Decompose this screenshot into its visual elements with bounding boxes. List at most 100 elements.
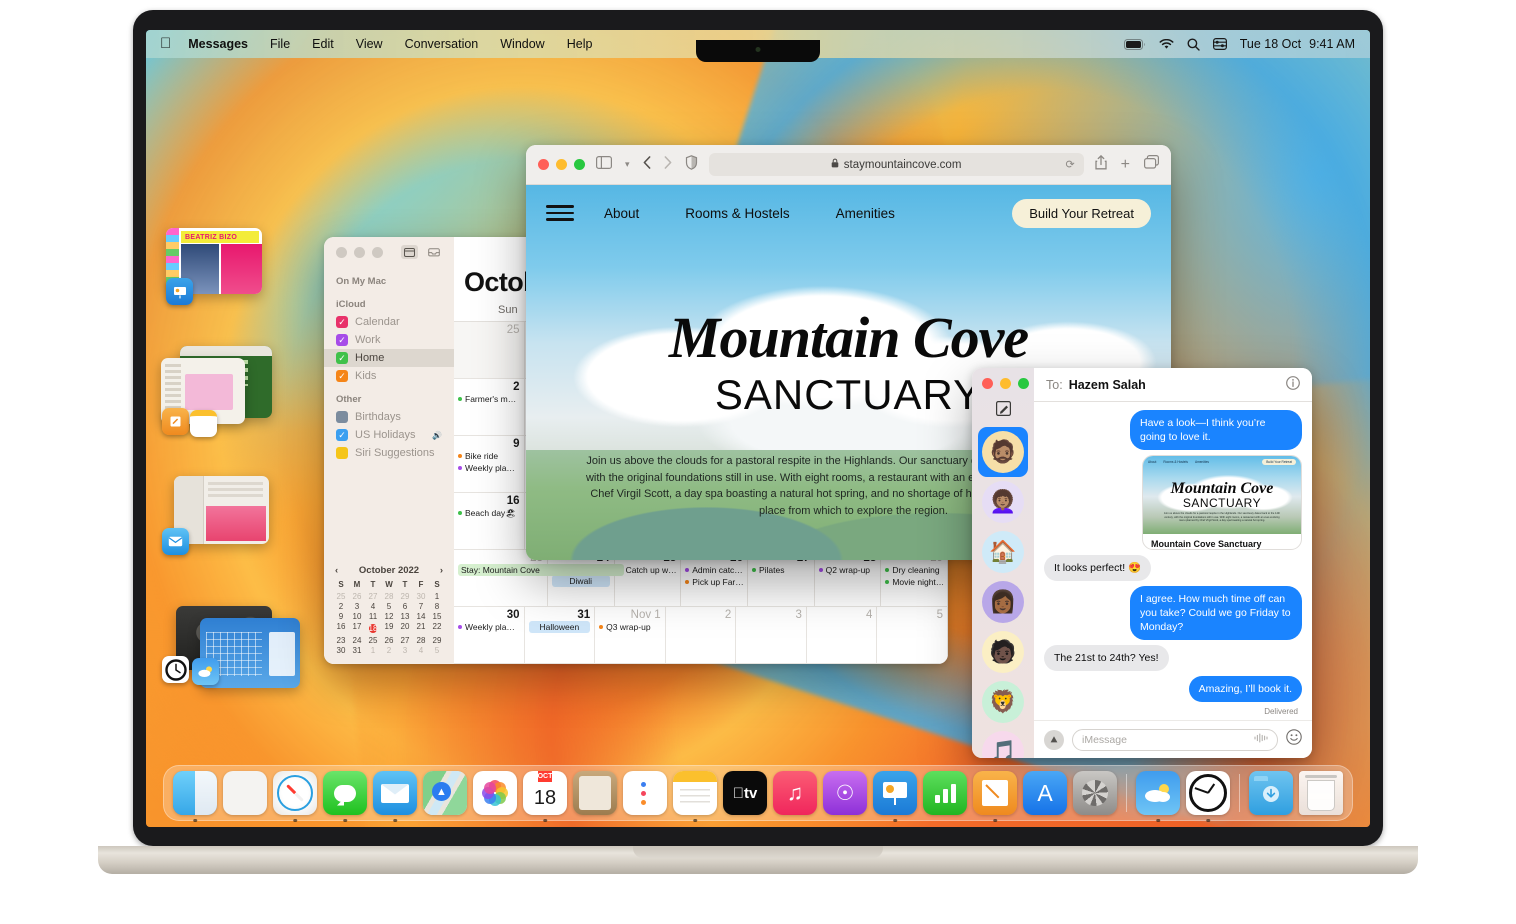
dock-item-mail[interactable] — [373, 771, 417, 822]
dock-item-downloads[interactable] — [1249, 771, 1293, 815]
recipient-name[interactable]: Hazem Salah — [1069, 378, 1146, 392]
mini-day[interactable]: 10 — [349, 612, 365, 621]
apple-menu-icon[interactable]:  — [158, 30, 177, 58]
calendar-day-cell[interactable]: 16 Beach day🏖 — [454, 493, 525, 549]
dock-item-safari[interactable] — [273, 771, 317, 822]
menu-item-conversation[interactable]: Conversation — [394, 30, 490, 58]
back-icon[interactable] — [643, 155, 651, 174]
info-icon[interactable] — [1286, 376, 1300, 393]
calendar-event[interactable]: Q3 wrap-up — [599, 621, 661, 633]
reload-icon[interactable]: ⟳ — [1065, 158, 1074, 171]
dock-item-tv[interactable]: tv — [723, 771, 767, 815]
menu-item-edit[interactable]: Edit — [301, 30, 345, 58]
pages-icon[interactable] — [162, 408, 189, 435]
tab-overview-icon[interactable] — [1144, 155, 1160, 174]
mini-day[interactable]: 27 — [397, 636, 413, 645]
mini-day[interactable]: 4 — [365, 602, 381, 611]
build-your-retreat-button[interactable]: Build Your Retreat — [1012, 198, 1151, 228]
calendar-day-cell[interactable]: 30 Weekly pla… — [454, 607, 525, 663]
dock-item-appstore[interactable]: A — [1023, 771, 1067, 815]
calendar-day-cell[interactable]: 31 Halloween — [525, 607, 596, 663]
conversation-avatar-6[interactable]: 🦁 — [978, 677, 1028, 727]
mini-day[interactable]: 4 — [413, 646, 429, 655]
mini-day[interactable]: 28 — [381, 592, 397, 601]
calendar-item-work[interactable]: ✓ Work — [324, 331, 454, 349]
calendar-event[interactable]: Weekly pla… — [458, 462, 520, 474]
mini-day[interactable]: 15 — [429, 612, 445, 621]
calendar-item-siri-suggestions[interactable]: Siri Suggestions — [324, 444, 454, 462]
calendar-checkbox[interactable]: ✓ — [336, 334, 348, 346]
calendar-day-cell[interactable]: 5 — [877, 607, 948, 663]
dock-item-contacts[interactable] — [573, 771, 617, 815]
mini-day[interactable]: 7 — [413, 602, 429, 611]
calendar-event[interactable]: Pilates — [751, 564, 810, 576]
menu-item-view[interactable]: View — [345, 30, 394, 58]
calendar-inbox-icon[interactable] — [425, 245, 442, 259]
calendar-event-band[interactable]: Stay: Mountain Cove — [458, 564, 625, 576]
menu-item-app[interactable]: Messages — [177, 30, 259, 58]
dock-item-photos[interactable] — [473, 771, 517, 815]
calendar-checkbox[interactable]: ✓ — [336, 429, 348, 441]
calendar-view-icon[interactable] — [401, 245, 418, 259]
clock-icon[interactable] — [162, 656, 189, 683]
mini-day[interactable]: 8 — [429, 602, 445, 611]
menu-item-help[interactable]: Help — [556, 30, 604, 58]
mini-day[interactable]: 17 — [349, 622, 365, 635]
mini-day[interactable]: 9 — [333, 612, 349, 621]
calendar-event[interactable]: Bike ride — [458, 450, 520, 462]
dock-item-numbers[interactable] — [923, 771, 967, 815]
mini-day[interactable]: 5 — [429, 646, 445, 655]
mini-day[interactable]: 28 — [413, 636, 429, 645]
dock-item-launchpad[interactable] — [223, 771, 267, 815]
dock-item-trash[interactable] — [1299, 771, 1343, 815]
conversation-avatar-3[interactable]: 🏠 — [978, 527, 1028, 577]
calendar-day-cell[interactable]: 9 Bike ride Weekly pla… — [454, 436, 525, 492]
conversation-avatar-4[interactable]: 👩🏾 — [978, 577, 1028, 627]
calendar-checkbox[interactable]: ✓ — [336, 352, 348, 364]
mini-day[interactable]: 2 — [381, 646, 397, 655]
dock-item-notes[interactable] — [673, 771, 717, 822]
conversation-avatar-7[interactable]: 🎵 — [978, 727, 1028, 758]
calendar-event[interactable]: Farmer's m… — [458, 393, 520, 405]
app-store-messages-icon[interactable] — [1044, 729, 1064, 750]
mini-day[interactable]: 3 — [397, 646, 413, 655]
nav-link-rooms[interactable]: Rooms & Hostels — [685, 206, 789, 221]
mini-day[interactable]: 25 — [365, 636, 381, 645]
forward-icon[interactable] — [664, 155, 672, 174]
calendar-event[interactable]: Dry cleaning — [885, 564, 943, 576]
mini-day[interactable]: 18 — [365, 622, 381, 635]
mini-day[interactable]: 24 — [349, 636, 365, 645]
calendar-day-cell[interactable]: 2 — [666, 607, 737, 663]
mini-day[interactable]: 5 — [381, 602, 397, 611]
link-preview-card[interactable]: About Rooms & Hostels Amenities Build Yo… — [1142, 455, 1302, 550]
address-bar[interactable]: staymountaincove.com ⟳ — [708, 153, 1084, 176]
mini-day[interactable]: 1 — [429, 592, 445, 601]
battery-icon[interactable] — [1123, 38, 1146, 50]
mini-day[interactable]: 13 — [397, 612, 413, 621]
mini-day[interactable]: 2 — [333, 602, 349, 611]
safari-traffic-lights[interactable] — [538, 159, 585, 170]
wifi-icon[interactable] — [1159, 38, 1174, 50]
conversation-avatar-2[interactable]: 👩🏽‍🦱 — [978, 477, 1028, 527]
calendar-event[interactable]: Beach day🏖 — [458, 507, 520, 519]
mini-day[interactable]: 11 — [365, 612, 381, 621]
calendar-item-kids[interactable]: ✓ Kids — [324, 367, 454, 385]
plus-icon[interactable]: + — [1121, 156, 1130, 173]
calendar-traffic-lights[interactable] — [336, 246, 383, 258]
menu-item-file[interactable]: File — [259, 30, 301, 58]
calendar-event[interactable]: Admin catc… — [685, 564, 743, 576]
calendar-event[interactable]: Weekly pla… — [458, 621, 520, 633]
mini-day[interactable]: 30 — [413, 592, 429, 601]
nav-link-amenities[interactable]: Amenities — [836, 206, 895, 221]
dock-item-finder[interactable] — [173, 771, 217, 822]
calendar-event-band[interactable]: Diwali — [551, 575, 610, 587]
mini-day[interactable]: 1 — [365, 646, 381, 655]
search-icon[interactable] — [1187, 38, 1200, 51]
nav-link-about[interactable]: About — [604, 206, 639, 221]
imessage-input[interactable]: iMessage — [1072, 728, 1278, 751]
hamburger-menu-icon[interactable] — [546, 205, 574, 221]
dock-item-settings[interactable] — [1073, 771, 1117, 815]
dock-item-clock[interactable] — [1186, 771, 1230, 822]
mini-day[interactable]: 6 — [397, 602, 413, 611]
calendar-item-calendar[interactable]: ✓ Calendar — [324, 313, 454, 331]
